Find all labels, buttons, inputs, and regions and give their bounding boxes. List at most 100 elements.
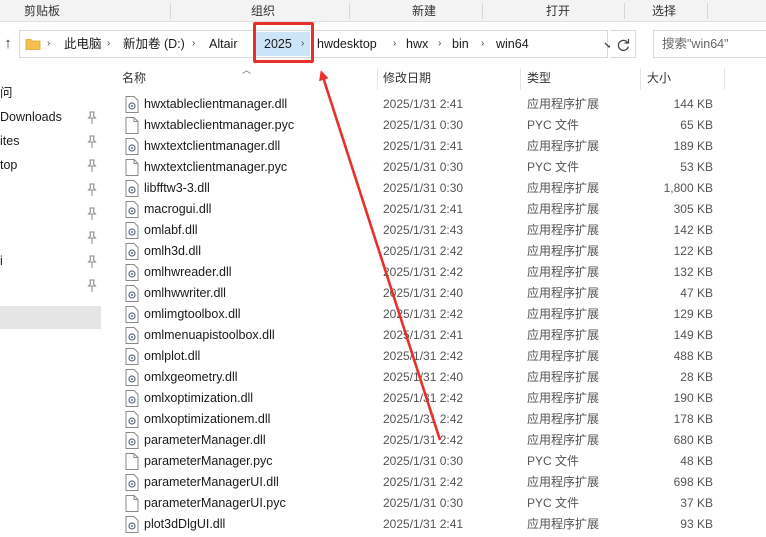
nav-item[interactable]: top (0, 154, 17, 176)
breadcrumb-this-pc[interactable]: 此电脑 (64, 31, 102, 57)
file-row[interactable]: omlplot.dll 2025/1/31 2:42 应用程序扩展 488 KB (104, 346, 766, 367)
file-name[interactable]: hwxtableclientmanager.dll (144, 94, 287, 115)
file-name[interactable]: parameterManagerUI.pyc (144, 493, 286, 514)
file-date: 2025/1/31 2:43 (383, 223, 464, 237)
column-header-name[interactable]: 名称 (118, 66, 376, 90)
file-row[interactable]: hwxtableclientmanager.dll 2025/1/31 2:41 应… (104, 94, 766, 115)
file-row[interactable]: macrogui.dll 2025/1/31 2:41 应用程序扩展 305 KB (104, 199, 766, 220)
file-name[interactable]: omlabf.dll (144, 220, 198, 241)
file-row[interactable]: libfftw3-3.dll 2025/1/31 0:30 应用程序扩展 1,800 … (104, 178, 766, 199)
file-name[interactable]: omlxoptimization.dll (144, 388, 253, 409)
chevron-right-icon[interactable]: › (192, 31, 195, 57)
pin-icon[interactable] (86, 183, 98, 197)
refresh-button[interactable] (610, 30, 636, 58)
file-row[interactable]: omlhwreader.dll 2025/1/31 2:42 应用程序扩展 132 K… (104, 262, 766, 283)
column-divider[interactable] (640, 68, 641, 90)
file-row[interactable]: omlhwwriter.dll 2025/1/31 2:40 应用程序扩展 47 KB (104, 283, 766, 304)
file-name[interactable]: libfftw3-3.dll (144, 178, 210, 199)
nav-item[interactable]: ites (0, 130, 19, 152)
search-input[interactable]: 搜索"win64" (653, 30, 766, 58)
chevron-right-icon[interactable]: › (393, 31, 396, 57)
file-size: 122 KB (673, 244, 713, 258)
file-row[interactable]: omlxoptimization.dll 2025/1/31 2:42 应用程序扩展… (104, 388, 766, 409)
file-size: 28 KB (680, 370, 713, 384)
file-row[interactable]: omlmenuapistoolbox.dll 2025/1/31 2:41 应用程序… (104, 325, 766, 346)
breadcrumb-altair[interactable]: Altair (209, 31, 237, 57)
file-size: 142 KB (673, 223, 713, 237)
file-date: 2025/1/31 2:42 (383, 475, 464, 489)
column-divider[interactable] (377, 68, 378, 90)
column-divider[interactable] (724, 68, 725, 90)
file-row[interactable]: omlimgtoolbox.dll 2025/1/31 2:42 应用程序扩展 129… (104, 304, 766, 325)
nav-selected-item[interactable] (0, 306, 101, 329)
column-divider[interactable] (520, 68, 521, 90)
pin-icon[interactable] (86, 135, 98, 149)
file-type: PYC 文件 (527, 454, 580, 468)
file-type: 应用程序扩展 (527, 391, 600, 405)
ribbon-divider (482, 3, 483, 19)
up-arrow-icon[interactable]: ↑ (0, 34, 16, 54)
file-name[interactable]: omlxgeometry.dll (144, 367, 238, 388)
file-date: 2025/1/31 2:42 (383, 307, 464, 321)
file-row[interactable]: omlxoptimizationem.dll 2025/1/31 2:42 应用程序… (104, 409, 766, 430)
file-name[interactable]: macrogui.dll (144, 199, 211, 220)
file-name[interactable]: omlhwwriter.dll (144, 283, 226, 304)
file-type: 应用程序扩展 (527, 328, 600, 342)
file-row[interactable]: parameterManagerUI.dll 2025/1/31 2:42 应用程序… (104, 472, 766, 493)
nav-item[interactable]: 问 (0, 82, 13, 104)
file-name[interactable]: hwxtextclientmanager.pyc (144, 157, 287, 178)
file-name[interactable]: omlhwreader.dll (144, 262, 232, 283)
file-row[interactable]: hwxtextclientmanager.dll 2025/1/31 2:41 应用… (104, 136, 766, 157)
chevron-right-icon[interactable]: › (107, 31, 110, 57)
file-name[interactable]: hwxtableclientmanager.pyc (144, 115, 294, 136)
file-name[interactable]: hwxtextclientmanager.dll (144, 136, 280, 157)
file-name[interactable]: plot3dDlgUI.dll (144, 514, 225, 535)
file-type: PYC 文件 (527, 496, 580, 510)
nav-item-downloads[interactable]: Downloads (0, 106, 62, 128)
pin-icon[interactable] (86, 231, 98, 245)
pin-icon[interactable] (86, 255, 98, 269)
file-name[interactable]: omlimgtoolbox.dll (144, 304, 241, 325)
breadcrumb-drive-d[interactable]: 新加卷 (D:) (123, 31, 185, 57)
file-type: 应用程序扩展 (527, 517, 600, 531)
column-header-size[interactable]: 大小 (643, 66, 723, 90)
chevron-right-icon[interactable]: › (47, 31, 50, 57)
file-row[interactable]: omlxgeometry.dll 2025/1/31 2:40 应用程序扩展 28 K… (104, 367, 766, 388)
file-type: 应用程序扩展 (527, 202, 600, 216)
ribbon-divider (170, 3, 171, 19)
ribbon-divider (349, 3, 350, 19)
file-name[interactable]: omlplot.dll (144, 346, 200, 367)
breadcrumb-bin[interactable]: bin (452, 31, 469, 57)
pin-icon[interactable] (86, 207, 98, 221)
file-type: 应用程序扩展 (527, 370, 600, 384)
file-date: 2025/1/31 2:42 (383, 349, 464, 363)
chevron-right-icon[interactable]: › (438, 31, 441, 57)
chevron-right-icon[interactable]: › (481, 31, 484, 57)
file-icon (125, 117, 139, 134)
breadcrumb-hwx[interactable]: hwx (406, 31, 428, 57)
file-row[interactable]: parameterManagerUI.pyc 2025/1/31 0:30 PYC … (104, 493, 766, 514)
file-row[interactable]: plot3dDlgUI.dll 2025/1/31 2:41 应用程序扩展 93 KB (104, 514, 766, 535)
column-header-type[interactable]: 类型 (523, 66, 639, 90)
breadcrumb-hwdesktop[interactable]: hwdesktop (317, 31, 377, 57)
file-name[interactable]: omlmenuapistoolbox.dll (144, 325, 275, 346)
file-row[interactable]: omlabf.dll 2025/1/31 2:43 应用程序扩展 142 KB (104, 220, 766, 241)
file-name[interactable]: omlxoptimizationem.dll (144, 409, 270, 430)
file-row[interactable]: parameterManager.pyc 2025/1/31 0:30 PYC 文件… (104, 451, 766, 472)
file-row[interactable]: hwxtableclientmanager.pyc 2025/1/31 0:30 P… (104, 115, 766, 136)
breadcrumb-win64[interactable]: win64 (496, 31, 529, 57)
pin-icon[interactable] (86, 279, 98, 293)
file-type: 应用程序扩展 (527, 244, 600, 258)
file-row[interactable]: hwxtextclientmanager.pyc 2025/1/31 0:30 PY… (104, 157, 766, 178)
pin-icon[interactable] (86, 111, 98, 125)
file-size: 48 KB (680, 454, 713, 468)
file-name[interactable]: omlh3d.dll (144, 241, 201, 262)
column-header-date[interactable]: 修改日期 (379, 66, 519, 90)
file-row[interactable]: parameterManager.dll 2025/1/31 2:42 应用程序扩展… (104, 430, 766, 451)
file-name[interactable]: parameterManager.pyc (144, 451, 273, 472)
file-name[interactable]: parameterManager.dll (144, 430, 266, 451)
nav-item[interactable]: i (0, 250, 3, 272)
pin-icon[interactable] (86, 159, 98, 173)
file-row[interactable]: omlh3d.dll 2025/1/31 2:42 应用程序扩展 122 KB (104, 241, 766, 262)
file-name[interactable]: parameterManagerUI.dll (144, 472, 279, 493)
